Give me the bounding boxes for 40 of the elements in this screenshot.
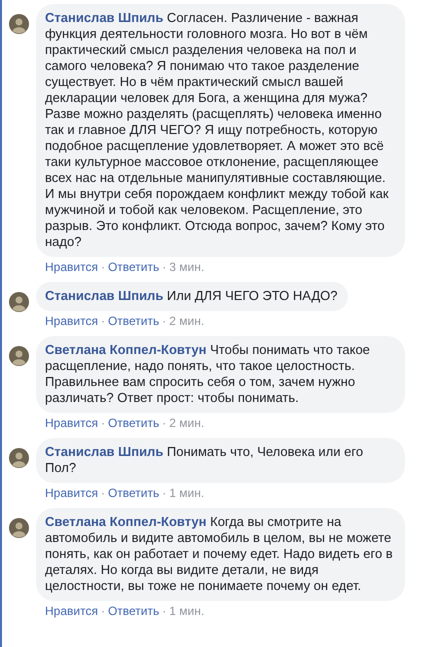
separator-dot: · [162, 486, 166, 501]
separator-dot: · [162, 416, 166, 431]
separator-dot: · [162, 260, 166, 275]
reply-link[interactable]: Ответить [108, 486, 160, 501]
author-link[interactable]: Станислав Шпиль [45, 444, 164, 459]
separator-dot: · [100, 314, 105, 329]
author-link[interactable]: Светлана Коппел-Ковтун [45, 514, 207, 529]
timestamp[interactable]: 1 мин. [169, 486, 204, 501]
separator-dot: · [100, 416, 105, 431]
comment-text: Светлана Коппел-Ковтун Чтобы понимать что такое расщепление, надо понять, что такое целостность. Правильнее вам спросить себя о том, зачем нужно различать? Ответ прост: чтобы понимать. [45, 342, 371, 406]
avatar-icon[interactable] [9, 518, 29, 538]
like-link[interactable]: Нравится [45, 314, 98, 329]
separator-dot: · [162, 314, 166, 329]
reply-link[interactable]: Ответить [108, 416, 160, 431]
separator-dot: · [100, 486, 105, 501]
separator-dot: · [100, 604, 105, 619]
like-link[interactable]: Нравится [45, 604, 98, 619]
like-link[interactable]: Нравится [45, 260, 98, 275]
author-link[interactable]: Станислав Шпиль [45, 10, 164, 25]
comment-text: Станислав Шпиль Или ДЛЯ ЧЕГО ЭТО НАДО? [45, 288, 338, 304]
reply-link[interactable]: Ответить [108, 604, 160, 619]
timestamp[interactable]: 1 мин. [169, 604, 204, 619]
avatar-icon[interactable] [9, 448, 29, 468]
avatar-icon[interactable] [9, 346, 29, 366]
separator-dot: · [100, 260, 105, 275]
reply-link[interactable]: Ответить [108, 260, 160, 275]
like-link[interactable]: Нравится [45, 416, 98, 431]
comment-text: Светлана Коппел-Ковтун Когда вы смотрите на автомобиль и видите автомобиль в целом, вы не можете понять, как он работает и почему едет. Надо видеть его в деталях. Но когда вы видите детали, не видя целостности, вы тоже не понимаете почему он едет. [45, 514, 394, 594]
avatar-icon[interactable] [9, 14, 29, 34]
timestamp[interactable]: 3 мин. [169, 260, 204, 275]
separator-dot: · [162, 604, 166, 619]
like-link[interactable]: Нравится [45, 486, 98, 501]
comment-text: Станислав Шпиль Понимать что, Человека или его Пол? [45, 444, 364, 476]
reply-link[interactable]: Ответить [108, 314, 160, 329]
author-link[interactable]: Светлана Коппел-Ковтун [45, 342, 207, 357]
timestamp[interactable]: 2 мин. [169, 416, 204, 431]
author-link[interactable]: Станислав Шпиль [45, 288, 164, 303]
timestamp[interactable]: 2 мин. [169, 314, 204, 329]
avatar-icon[interactable] [9, 292, 29, 312]
comment-text: Станислав Шпиль Согласен. Различение - важная функция деятельности головного мозга. Но вот в чём практический смысл разделения человека на пол и самого человека? Я понимаю что такое разделение существует. Но в чём практический смысл вашей декларации человек для Бога, а женщина для мужа? Разве можно разделять (расщеплять) человека именно так и главное ДЛЯ ЧЕГО? Я ищу потребность, которую подобное расщепление удовлетворяет. А может это всё таки культурное массовое отклонение, расщепляющее всех нас на отдельные манипулятивные составляющие. И мы внутри себя порождаем конфликт между тобой как мужчиной и тобой как человеком. Расщепление, это разрыв. Это конфликт. Отсюда вопрос, зачем? Кому это надо? [45, 10, 390, 250]
